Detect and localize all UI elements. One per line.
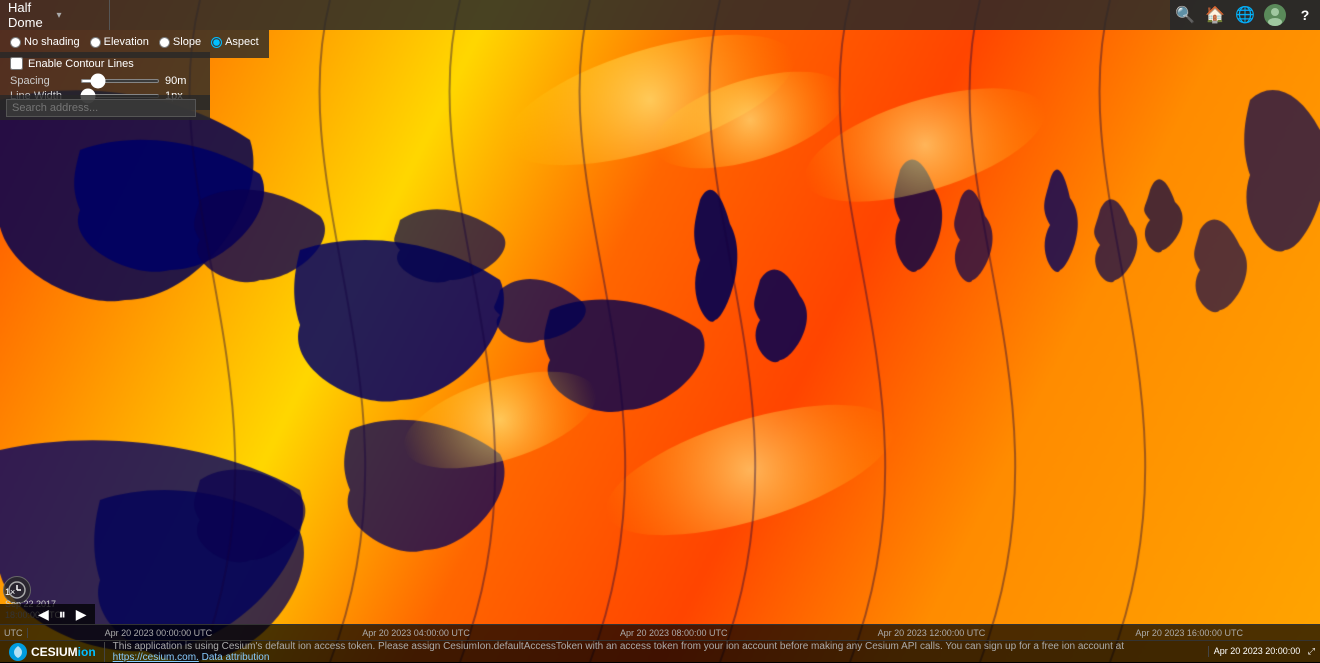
slope-option[interactable]: Slope <box>159 36 201 48</box>
timeline-label-2: Apr 20 2023 08:00:00 UTC <box>545 628 803 638</box>
speed-label: 1× <box>5 587 61 599</box>
location-label: Half Dome <box>8 0 53 30</box>
contour-header: Enable Contour Lines <box>10 57 200 70</box>
top-toolbar: Half Dome ▾ <box>0 0 1320 30</box>
shading-options: No shading Elevation Slope Aspect <box>10 36 259 48</box>
utc-label: UTC <box>0 628 28 638</box>
globe-icon-button[interactable]: 🌐 <box>1230 0 1260 30</box>
slope-label: Slope <box>173 36 201 48</box>
elevation-option[interactable]: Elevation <box>90 36 149 48</box>
attribution-text: This application is using Cesium's defau… <box>105 641 1208 663</box>
slope-radio[interactable] <box>159 37 170 48</box>
bottom-attribution-bar: CESIUM ion This application is using Ces… <box>0 640 1320 662</box>
top-right-toolbar: 🔍 🏠 🌐 ? <box>1170 0 1320 30</box>
timeline-label-1: Apr 20 2023 04:00:00 UTC <box>287 628 545 638</box>
avatar-icon-button[interactable] <box>1260 0 1290 30</box>
top-right-time-display: Apr 20 2023 20:00:00 ⤢ <box>1208 646 1320 657</box>
cesium-logo: CESIUM ion <box>0 642 105 662</box>
timeline-labels: Apr 20 2023 00:00:00 UTC Apr 20 2023 04:… <box>28 628 1320 638</box>
no-shading-option[interactable]: No shading <box>10 36 80 48</box>
address-input[interactable] <box>6 99 196 117</box>
pause-button[interactable]: ⏸ <box>56 606 69 623</box>
attribution-content: This application is using Cesium's defau… <box>113 641 1124 652</box>
cesium-text: CESIUM <box>31 645 78 659</box>
home-icon-button[interactable]: 🏠 <box>1200 0 1230 30</box>
timeline-label-3: Apr 20 2023 12:00:00 UTC <box>803 628 1061 638</box>
spacing-label: Spacing <box>10 75 75 87</box>
address-box <box>0 95 210 120</box>
contour-label: Enable Contour Lines <box>28 58 134 70</box>
current-time-label: Apr 20 2023 20:00:00 <box>1214 646 1301 656</box>
help-icon-button[interactable]: ? <box>1290 0 1320 30</box>
location-dropdown[interactable]: Half Dome ▾ <box>0 0 110 30</box>
contour-checkbox[interactable] <box>10 57 23 70</box>
cesium-link[interactable]: https://cesium.com. <box>113 652 199 663</box>
search-icon-button[interactable]: 🔍 <box>1170 0 1200 30</box>
timeline-bar[interactable]: UTC Apr 20 2023 00:00:00 UTC Apr 20 2023… <box>0 624 1320 640</box>
rewind-button[interactable]: ◀ <box>35 606 52 623</box>
no-shading-label: No shading <box>24 36 80 48</box>
aspect-option[interactable]: Aspect <box>211 36 259 48</box>
playback-controls: ◀ ⏸ ▶ <box>0 604 95 624</box>
forward-button[interactable]: ▶ <box>73 606 90 623</box>
timeline-label-4: Apr 20 2023 16:00:00 UTC <box>1060 628 1318 638</box>
spacing-value: 90m <box>165 75 195 87</box>
cesium-ion-text: ion <box>78 645 96 659</box>
aspect-label: Aspect <box>225 36 259 48</box>
data-attribution[interactable]: Data attribution <box>202 652 270 663</box>
elevation-radio[interactable] <box>90 37 101 48</box>
no-shading-radio[interactable] <box>10 37 21 48</box>
spacing-slider[interactable] <box>80 79 160 83</box>
expand-icon[interactable]: ⤢ <box>1308 646 1315 656</box>
elevation-label: Elevation <box>104 36 149 48</box>
cesium-logo-icon <box>8 642 28 662</box>
spacing-row: Spacing 90m <box>10 75 200 87</box>
chevron-down-icon: ▾ <box>57 10 102 21</box>
timeline-label-0: Apr 20 2023 00:00:00 UTC <box>30 628 288 638</box>
aspect-radio[interactable] <box>211 37 222 48</box>
